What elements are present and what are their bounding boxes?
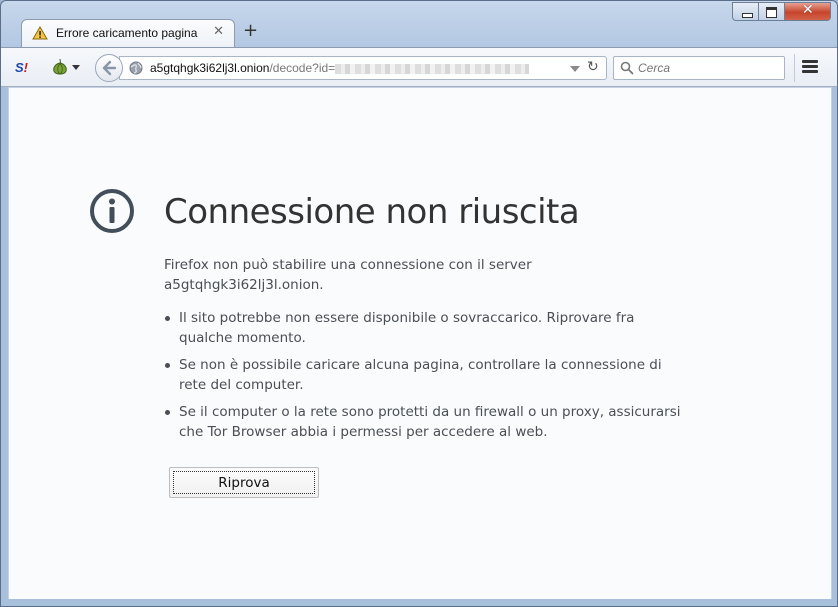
minimize-icon <box>742 13 753 18</box>
noscript-icon[interactable]: S! <box>15 60 35 76</box>
back-arrow-icon <box>102 60 117 76</box>
list-item: Il sito potrebbe non essere disponibile … <box>164 308 684 348</box>
list-item: Se il computer o la rete sono protetti d… <box>164 402 684 442</box>
browser-window: Errore caricamento pagina ✕ + ✕ S! a5gtq… <box>0 0 838 607</box>
error-reasons: Il sito potrebbe non essere disponibile … <box>164 308 684 449</box>
url-host: a5gtqhgk3i62lj3l.onion <box>150 61 270 75</box>
maximize-button[interactable] <box>759 2 785 21</box>
new-tab-button[interactable]: + <box>243 21 258 41</box>
toolbar-separator <box>794 54 795 82</box>
info-icon <box>90 189 134 233</box>
url-bar[interactable]: a5gtqhgk3i62lj3l.onion/decode?id= ↻ <box>119 56 607 80</box>
window-bottom-border <box>1 599 837 606</box>
search-icon <box>620 61 634 75</box>
search-input[interactable] <box>638 60 778 76</box>
close-icon: ✕ <box>802 2 814 18</box>
reload-icon[interactable]: ↻ <box>587 59 599 75</box>
retry-button[interactable]: Riprova <box>169 467 319 498</box>
tor-onion-icon[interactable] <box>52 58 68 76</box>
maximize-icon <box>766 7 777 18</box>
error-page: Connessione non riuscita Firefox non può… <box>8 87 832 601</box>
history-dropdown-icon[interactable] <box>570 66 580 72</box>
globe-icon[interactable] <box>129 61 143 75</box>
url-path: /decode?id= <box>269 61 336 75</box>
window-controls: ✕ <box>732 2 831 21</box>
error-description: Firefox non può stabilire una connession… <box>164 257 532 293</box>
tab-error-page[interactable]: Errore caricamento pagina ✕ <box>21 19 235 47</box>
search-bar[interactable] <box>613 56 785 80</box>
error-title: Connessione non riuscita <box>164 192 580 232</box>
tab-strip: Errore caricamento pagina ✕ + ✕ <box>1 1 837 47</box>
close-window-button[interactable]: ✕ <box>785 2 831 21</box>
list-item: Se non è possibile caricare alcuna pagin… <box>164 355 684 395</box>
back-button[interactable] <box>95 54 123 82</box>
navigation-toolbar: S! a5gtqhgk3i62lj3l.onion/decode?id= ↻ <box>1 47 837 87</box>
tab-title: Errore caricamento pagina <box>56 26 198 40</box>
close-tab-icon[interactable]: ✕ <box>213 24 224 39</box>
hamburger-menu-icon[interactable] <box>802 60 818 74</box>
chevron-down-icon[interactable] <box>72 65 80 70</box>
url-redacted <box>335 63 530 74</box>
minimize-button[interactable] <box>732 2 759 21</box>
warning-icon <box>32 26 48 40</box>
url-text[interactable]: a5gtqhgk3i62lj3l.onion/decode?id= <box>150 61 530 75</box>
